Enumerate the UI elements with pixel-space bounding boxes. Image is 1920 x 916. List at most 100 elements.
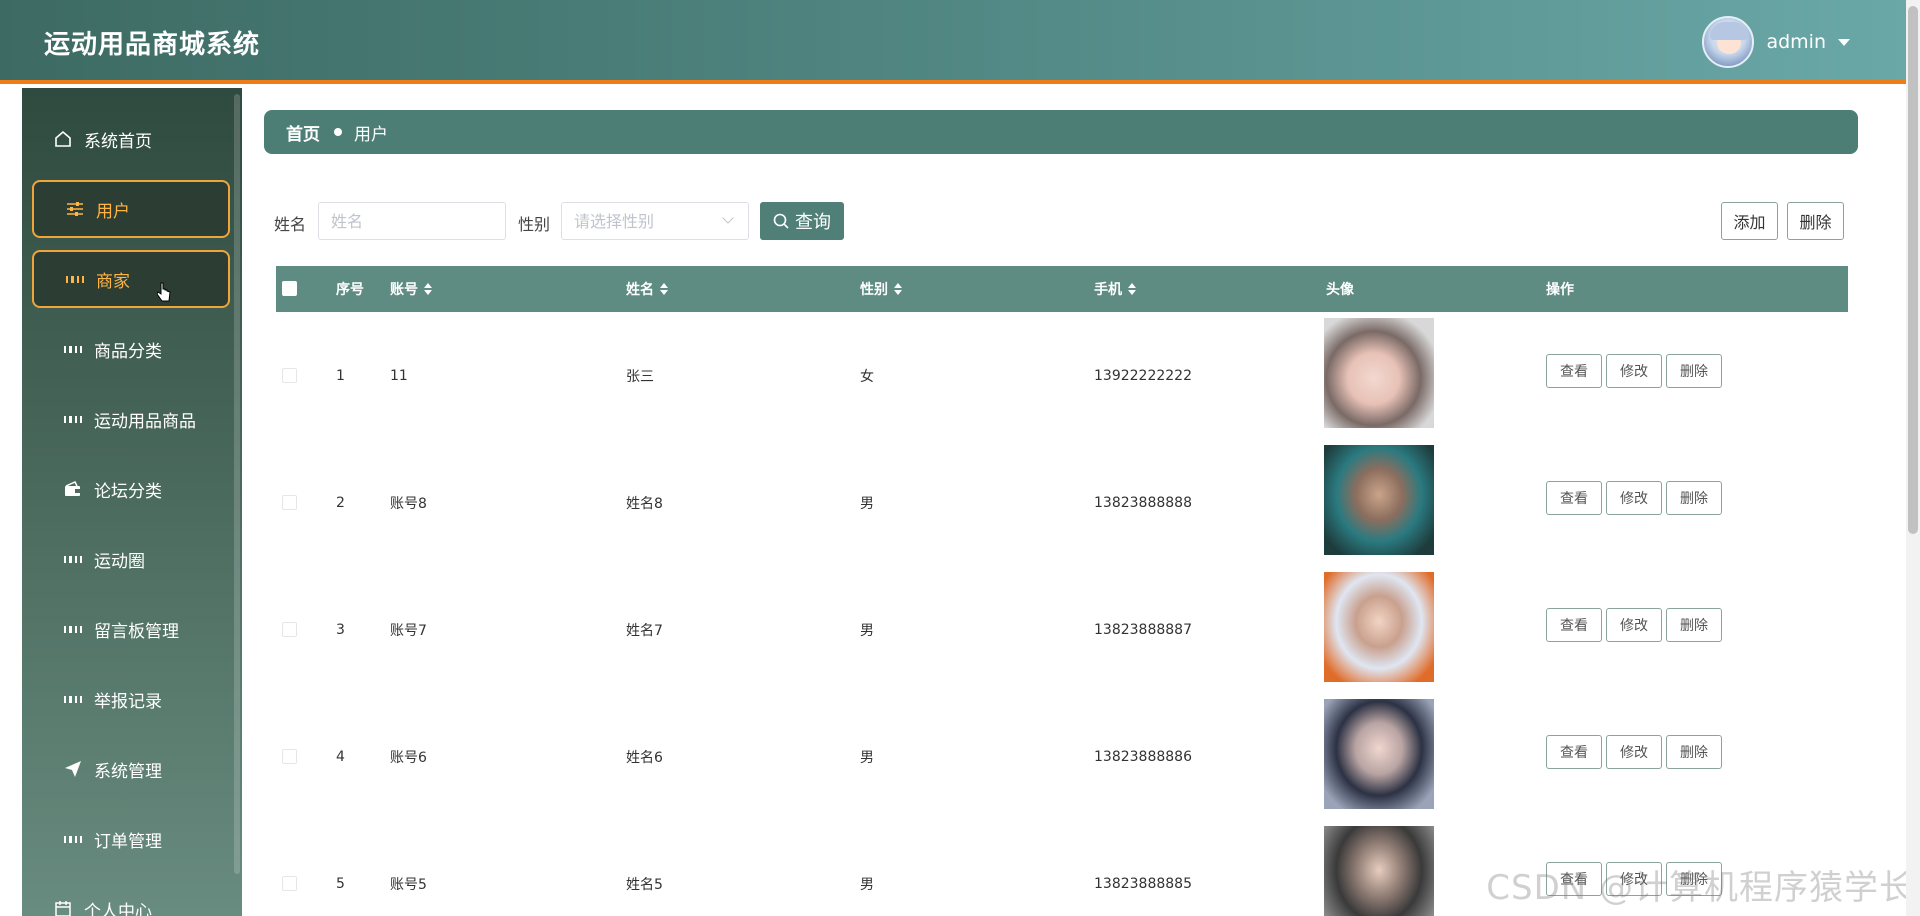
grid-icon <box>64 620 82 638</box>
column-header-name[interactable]: 姓名 <box>626 266 668 312</box>
cell-index: 5 <box>336 875 345 892</box>
watermark: CSDN @计算机程序猿学长 <box>1486 868 1914 908</box>
table-row: 1 11 张三 女 13922222222 查看 修改 删除 <box>276 312 1848 439</box>
sidebar-item-message-board[interactable]: 留言板管理 <box>32 600 230 658</box>
cell-name: 张三 <box>626 368 654 385</box>
sidebar-item-users[interactable]: 用户 <box>32 180 230 238</box>
sort-icon[interactable] <box>1128 283 1136 295</box>
sidebar-item-reports[interactable]: 举报记录 <box>32 670 230 728</box>
wallet-icon <box>64 480 82 498</box>
cell-phone: 13823888886 <box>1094 748 1192 765</box>
cell-account: 账号5 <box>390 876 427 893</box>
user-avatar[interactable] <box>1702 16 1755 68</box>
page-scrollbar-thumb[interactable] <box>1908 6 1918 534</box>
cell-index: 3 <box>336 621 345 638</box>
sidebar-item-sports-circle[interactable]: 运动圈 <box>32 530 230 588</box>
calendar-icon <box>54 900 72 916</box>
cell-account: 账号6 <box>390 749 427 766</box>
delete-button[interactable]: 删除 <box>1666 481 1722 515</box>
sidebar-item-product-category[interactable]: 商品分类 <box>32 320 230 378</box>
query-button-label: 查询 <box>795 212 831 232</box>
cell-name: 姓名8 <box>626 495 663 512</box>
user-name[interactable]: admin <box>1766 31 1826 53</box>
sort-icon[interactable] <box>660 283 668 295</box>
sidebar-item-personal-center[interactable]: 个人中心 <box>32 880 230 916</box>
sidebar-item-sports-products[interactable]: 运动用品商品 <box>32 390 230 448</box>
sidebar-scrollbar[interactable] <box>234 94 240 874</box>
view-button[interactable]: 查看 <box>1546 481 1602 515</box>
column-header-index: 序号 <box>336 266 364 312</box>
sort-icon[interactable] <box>894 283 902 295</box>
sidebar-item-label: 订单管理 <box>94 831 162 852</box>
sidebar-item-label: 论坛分类 <box>94 481 162 502</box>
breadcrumb: 首页 用户 <box>264 110 1858 154</box>
batch-delete-button[interactable]: 删除 <box>1787 202 1844 240</box>
column-header-label: 操作 <box>1546 282 1574 298</box>
column-header-account[interactable]: 账号 <box>390 266 432 312</box>
top-header: 运动用品商城系统 admin <box>0 0 1920 84</box>
cell-phone: 13823888885 <box>1094 875 1192 892</box>
column-header-label: 性别 <box>860 282 888 298</box>
sidebar-item-label: 运动用品商品 <box>94 411 196 432</box>
user-photo[interactable] <box>1324 572 1434 682</box>
delete-button[interactable]: 删除 <box>1666 354 1722 388</box>
caret-down-icon[interactable] <box>1838 38 1850 46</box>
view-button[interactable]: 查看 <box>1546 608 1602 642</box>
grid-icon <box>64 550 82 568</box>
table-header: 序号 账号 姓名 性别 手机 头像 操作 <box>276 266 1848 312</box>
edit-button[interactable]: 修改 <box>1606 735 1662 769</box>
cell-gender: 男 <box>860 495 874 512</box>
cell-account: 账号8 <box>390 495 427 512</box>
cell-name: 姓名6 <box>626 749 663 766</box>
user-photo[interactable] <box>1324 826 1434 916</box>
edit-button[interactable]: 修改 <box>1606 608 1662 642</box>
breadcrumb-current: 用户 <box>354 124 388 145</box>
cell-gender: 男 <box>860 622 874 639</box>
column-header-label: 手机 <box>1094 282 1122 298</box>
sidebar-item-system-management[interactable]: 系统管理 <box>32 740 230 798</box>
view-button[interactable]: 查看 <box>1546 354 1602 388</box>
delete-button[interactable]: 删除 <box>1666 608 1722 642</box>
user-photo[interactable] <box>1324 318 1434 428</box>
row-checkbox[interactable] <box>282 368 297 383</box>
breadcrumb-home[interactable]: 首页 <box>286 120 320 145</box>
name-filter-label: 姓名 <box>274 215 307 234</box>
query-button[interactable]: 查询 <box>760 202 844 240</box>
cell-index: 4 <box>336 748 345 765</box>
search-icon <box>773 213 789 229</box>
user-menu[interactable]: admin <box>1702 16 1850 68</box>
row-checkbox[interactable] <box>282 622 297 637</box>
view-button[interactable]: 查看 <box>1546 735 1602 769</box>
paper-plane-icon <box>64 760 82 778</box>
sidebar-item-home[interactable]: 系统首页 <box>32 110 230 168</box>
edit-button[interactable]: 修改 <box>1606 481 1662 515</box>
row-checkbox[interactable] <box>282 495 297 510</box>
delete-button[interactable]: 删除 <box>1666 735 1722 769</box>
user-photo[interactable] <box>1324 445 1434 555</box>
sidebar-item-label: 举报记录 <box>94 691 162 712</box>
page-scrollbar[interactable] <box>1906 0 1920 916</box>
sidebar-item-forum-category[interactable]: 论坛分类 <box>32 460 230 518</box>
name-search-input[interactable] <box>318 202 506 240</box>
cell-account: 11 <box>390 367 408 384</box>
cell-gender: 男 <box>860 876 874 893</box>
row-checkbox[interactable] <box>282 749 297 764</box>
edit-button[interactable]: 修改 <box>1606 354 1662 388</box>
sidebar-item-orders[interactable]: 订单管理 <box>32 810 230 868</box>
grid-icon <box>66 270 84 288</box>
sidebar: 系统首页 用户 商家 商品分类 运动用品商品 论坛分类 运动圈 留言板管理 举报… <box>22 88 242 916</box>
grid-icon <box>64 410 82 428</box>
user-photo[interactable] <box>1324 699 1434 809</box>
column-header-actions: 操作 <box>1546 266 1574 312</box>
sidebar-item-label: 个人中心 <box>84 901 152 916</box>
sidebar-item-merchant[interactable]: 商家 <box>32 250 230 308</box>
sort-icon[interactable] <box>424 283 432 295</box>
column-header-phone[interactable]: 手机 <box>1094 266 1136 312</box>
gender-select[interactable] <box>561 202 749 240</box>
cell-index: 1 <box>336 367 345 384</box>
row-checkbox[interactable] <box>282 876 297 891</box>
table-row: 3 账号7 姓名7 男 13823888887 查看 修改 删除 <box>276 566 1848 693</box>
select-all-checkbox[interactable] <box>282 281 297 296</box>
add-button[interactable]: 添加 <box>1721 202 1778 240</box>
column-header-gender[interactable]: 性别 <box>860 266 902 312</box>
